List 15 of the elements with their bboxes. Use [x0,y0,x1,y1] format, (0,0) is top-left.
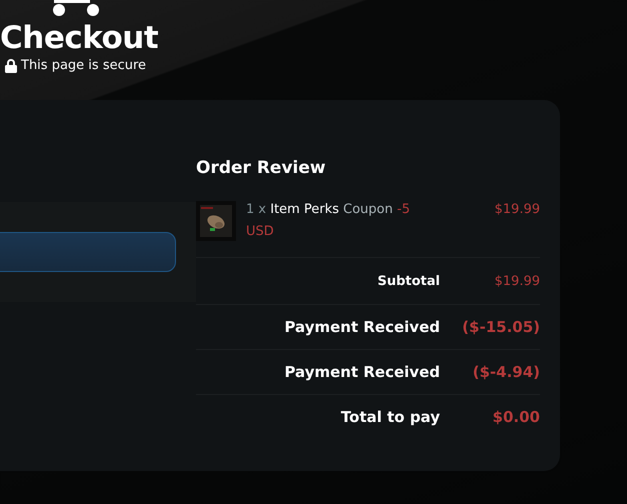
total-value: $0.00 [492,408,540,426]
total-label: Payment Received [284,318,440,336]
item-price: $19.99 [494,201,540,219]
total-value: ($-15.05) [461,318,540,336]
payment-button[interactable] [0,232,176,272]
page-title: Checkout [0,20,158,56]
secure-note: This page is secure [21,58,146,73]
total-label: Total to pay [340,408,440,426]
lock-icon [5,58,17,72]
total-label: Subtotal [377,274,440,288]
item-description: 1 x Item Perks Coupon -5 USD [246,201,411,241]
total-value: $19.99 [494,274,540,288]
total-value: ($-4.94) [472,363,540,381]
section-title: Order Review [196,158,327,178]
total-label: Payment Received [284,363,440,381]
